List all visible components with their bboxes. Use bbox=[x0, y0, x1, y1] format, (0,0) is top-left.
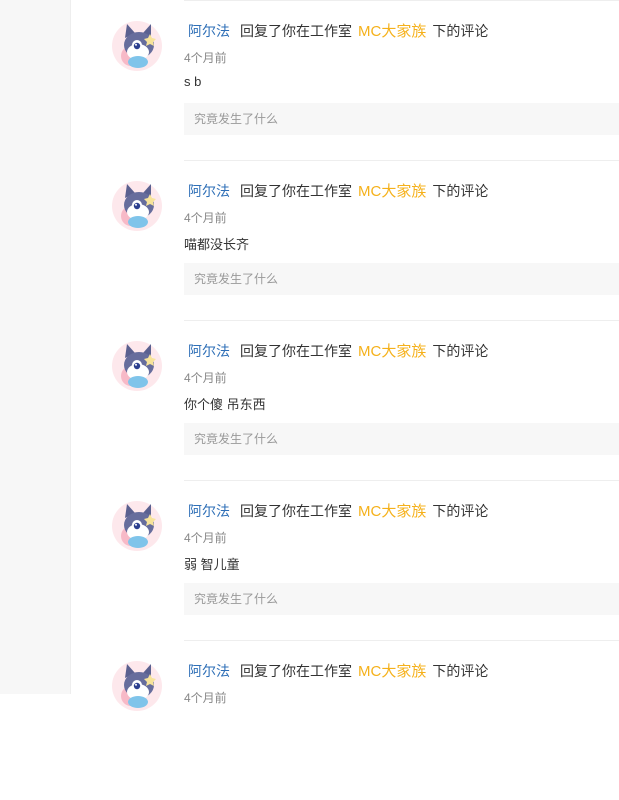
timestamp: 4个月前 bbox=[184, 211, 227, 225]
list-item: 阿尔法 回复了你在工作室 MC大家族 下的评论 4个月前 喵都没长齐 究竟发生了什么 bbox=[71, 160, 619, 320]
studio-link[interactable]: MC大家族 bbox=[358, 23, 426, 40]
list-item: 阿尔法 回复了你在工作室 MC大家族 下的评论 4个月前 你个傻 吊东西 究竟发生了什… bbox=[71, 320, 619, 480]
timestamp: 4个月前 bbox=[184, 371, 227, 385]
comment-header: 阿尔法 回复了你在工作室 MC大家族 下的评论 bbox=[184, 500, 488, 522]
quoted-comment[interactable]: 究竟发生了什么 bbox=[184, 423, 619, 455]
username-link[interactable]: 阿尔法 bbox=[184, 23, 230, 39]
timestamp: 4个月前 bbox=[184, 51, 227, 65]
studio-link[interactable]: MC大家族 bbox=[358, 183, 426, 200]
studio-link[interactable]: MC大家族 bbox=[358, 343, 426, 360]
divider bbox=[184, 320, 619, 321]
comment-text: s b bbox=[184, 74, 202, 89]
comment-text: 你个傻 吊东西 bbox=[184, 397, 266, 412]
comment-header: 阿尔法 回复了你在工作室 MC大家族 下的评论 bbox=[184, 180, 488, 202]
action-tail-text: 下的评论 bbox=[432, 183, 489, 199]
list-item: 阿尔法 回复了你在工作室 MC大家族 下的评论 4个月前 bbox=[71, 640, 619, 800]
divider bbox=[184, 0, 619, 1]
action-tail-text: 下的评论 bbox=[432, 663, 489, 679]
notification-feed: 阿尔法回复了你在工作室MC大家族下的评论 4个月前 s b 究竟发生了什么 bbox=[71, 0, 619, 711]
quoted-comment[interactable]: 究竟发生了什么 bbox=[184, 583, 619, 615]
quoted-comment[interactable]: 究竟发生了什么 bbox=[184, 263, 619, 295]
action-text: 回复了你在工作室 bbox=[240, 183, 352, 199]
username-link[interactable]: 阿尔法 bbox=[184, 343, 230, 359]
comment-header: 阿尔法 回复了你在工作室 MC大家族 下的评论 bbox=[184, 340, 488, 362]
divider bbox=[184, 160, 619, 161]
action-tail-text: 下的评论 bbox=[432, 503, 489, 519]
action-text: 回复了你在工作室 bbox=[240, 23, 352, 39]
username-link[interactable]: 阿尔法 bbox=[184, 663, 230, 679]
timestamp: 4个月前 bbox=[184, 531, 227, 545]
quoted-comment[interactable]: 究竟发生了什么 bbox=[184, 103, 619, 135]
cat-avatar-icon[interactable] bbox=[111, 660, 163, 712]
cat-avatar-icon[interactable] bbox=[111, 500, 163, 552]
list-item: 阿尔法 回复了你在工作室 MC大家族 下的评论 4个月前 弱 智儿童 究竟发生了什么 bbox=[71, 480, 619, 640]
divider bbox=[184, 640, 619, 641]
comment-header: 阿尔法 回复了你在工作室 MC大家族 下的评论 bbox=[184, 20, 488, 42]
action-tail-text: 下的评论 bbox=[432, 23, 489, 39]
list-item: 阿尔法 回复了你在工作室 MC大家族 下的评论 4个月前 s b 究竟发生了什么 bbox=[71, 0, 619, 160]
studio-link[interactable]: MC大家族 bbox=[358, 503, 426, 520]
cat-avatar-icon[interactable] bbox=[111, 340, 163, 392]
timestamp: 4个月前 bbox=[184, 691, 227, 705]
studio-link[interactable]: MC大家族 bbox=[358, 663, 426, 680]
comment-text: 喵都没长齐 bbox=[184, 237, 250, 252]
comment-header: 阿尔法 回复了你在工作室 MC大家族 下的评论 bbox=[184, 660, 488, 682]
comment-text: 弱 智儿童 bbox=[184, 557, 240, 572]
cat-avatar-icon[interactable] bbox=[111, 180, 163, 232]
action-text: 回复了你在工作室 bbox=[240, 503, 352, 519]
divider bbox=[184, 480, 619, 481]
action-text: 回复了你在工作室 bbox=[240, 343, 352, 359]
cat-avatar-icon[interactable] bbox=[111, 20, 163, 72]
username-link[interactable]: 阿尔法 bbox=[184, 183, 230, 199]
action-text: 回复了你在工作室 bbox=[240, 663, 352, 679]
username-link[interactable]: 阿尔法 bbox=[184, 503, 230, 519]
action-tail-text: 下的评论 bbox=[432, 343, 489, 359]
left-sidebar bbox=[0, 0, 71, 694]
